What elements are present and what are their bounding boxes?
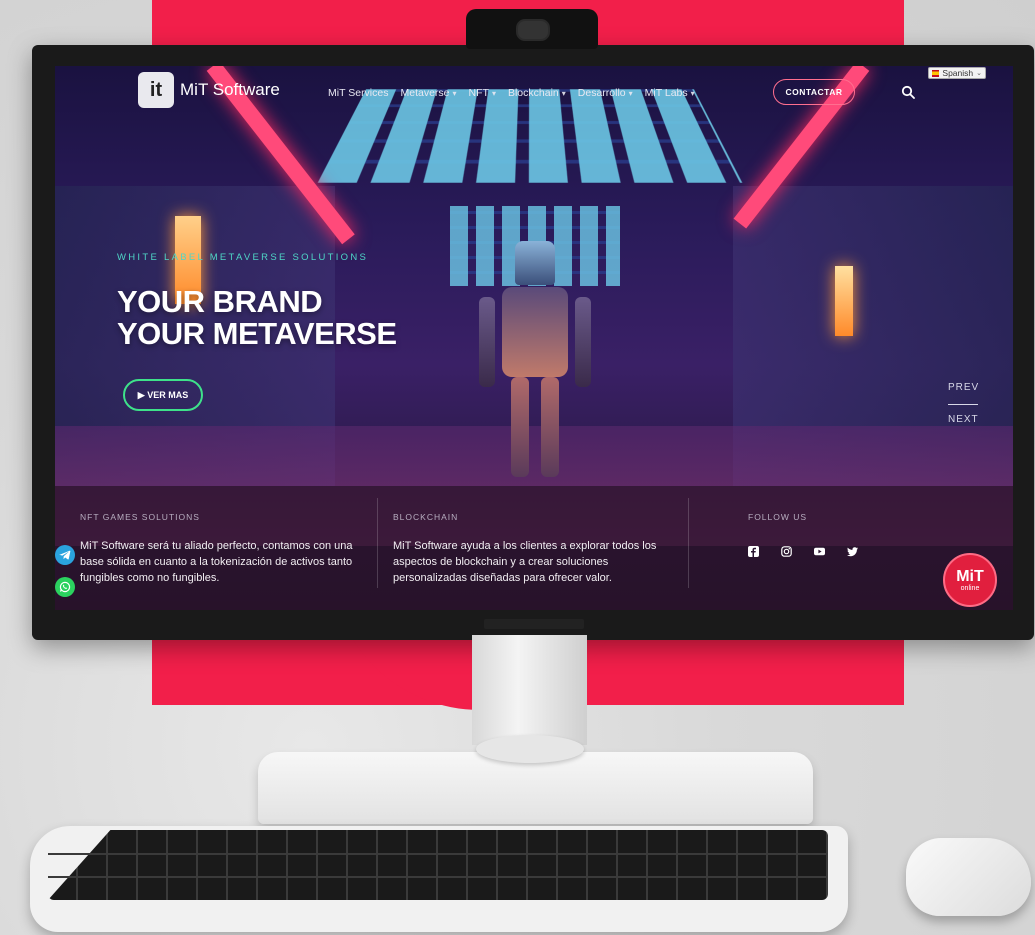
nav-item-blockchain[interactable]: Blockchain ▾ <box>508 87 566 99</box>
chevron-down-icon: ▾ <box>452 88 457 98</box>
chevron-down-icon: ▾ <box>628 88 633 98</box>
computer-mouse <box>906 838 1031 916</box>
nav-item-label: MiT Labs <box>644 87 688 99</box>
blockchain-text: MiT Software ayuda a los clientes a expl… <box>393 540 657 584</box>
nav-item-metaverse[interactable]: Metaverse ▾ <box>400 87 456 99</box>
telegram-icon[interactable] <box>55 545 75 565</box>
chat-badge-status: online <box>960 584 980 592</box>
follow-us-title: FOLLOW US <box>748 512 808 522</box>
facebook-icon[interactable] <box>748 546 759 557</box>
website-screen: it MiT Software MiT Services Metaverse ▾ … <box>55 66 1013 610</box>
slider-separator <box>948 404 978 405</box>
hero-title-line-1: YOUR BRAND <box>117 284 323 319</box>
ver-mas-button[interactable]: ▶ VER MAS <box>123 379 203 411</box>
logo-text: MiT Software <box>180 80 280 99</box>
blockchain-title: BLOCKCHAIN <box>393 512 459 522</box>
hero-title-line-2: YOUR METAVERSE <box>117 316 397 351</box>
twitter-icon[interactable] <box>847 546 858 557</box>
search-icon[interactable] <box>901 85 915 99</box>
nav-item-label: Blockchain <box>507 87 559 99</box>
slider-next-button[interactable]: NEXT <box>948 414 979 425</box>
robot-head <box>515 241 555 285</box>
divider <box>377 498 378 588</box>
chat-badge-button[interactable]: MiT online <box>943 553 997 607</box>
info-panel: NFT GAMES SOLUTIONS MiT Software será tu… <box>55 486 1013 610</box>
chevron-down-icon: ▾ <box>561 88 566 98</box>
chat-badge-brand: MiT <box>956 567 984 585</box>
nav-item-label: Desarrollo <box>577 87 626 99</box>
spain-flag-icon <box>932 69 940 77</box>
robot-figure <box>479 241 591 481</box>
webcam-lens <box>516 19 550 41</box>
nav-item-label: NFT <box>468 87 489 99</box>
keyboard-row-gap <box>48 853 828 855</box>
monitor-chin <box>484 619 584 629</box>
chevron-down-icon: ▾ <box>491 88 496 98</box>
monitor-stand-neck <box>472 635 587 745</box>
social-links <box>748 546 858 557</box>
main-nav: MiT Services Metaverse ▾ NFT ▾ Blockchain ▾… <box>328 87 695 99</box>
robot-arm-right <box>575 297 591 387</box>
nav-item-mit-services[interactable]: MiT Services <box>328 87 388 99</box>
hero-title: YOUR BRAND YOUR METAVERSE <box>117 286 397 350</box>
keyboard-row-gap <box>48 876 828 878</box>
telegram-glyph-icon <box>59 550 71 560</box>
whatsapp-icon[interactable] <box>55 577 75 597</box>
nav-item-desarrollo[interactable]: Desarrollo ▾ <box>578 87 633 99</box>
site-logo[interactable]: it MiT Software <box>138 72 280 108</box>
nav-item-nft[interactable]: NFT ▾ <box>469 87 496 99</box>
nft-games-text: MiT Software será tu aliado perfecto, co… <box>80 540 353 584</box>
nav-item-label: Metaverse <box>400 87 450 99</box>
divider <box>688 498 689 588</box>
chevron-down-icon: ▾ <box>690 88 695 98</box>
instagram-icon[interactable] <box>781 546 792 557</box>
nav-item-label: MiT Services <box>328 87 389 99</box>
keyboard-keys <box>48 830 828 900</box>
webcam <box>466 9 598 49</box>
slider-prev-button[interactable]: PREV <box>948 382 979 393</box>
chevron-down-icon: ⌄ <box>976 70 982 77</box>
hero-eyebrow: WHITE LABEL METAVERSE SOLUTIONS <box>117 252 369 263</box>
robot-arm-left <box>479 297 495 387</box>
whatsapp-glyph-icon <box>59 581 71 593</box>
language-select[interactable]: Spanish ⌄ <box>928 67 986 79</box>
glowing-window-right <box>835 266 853 336</box>
ceiling-lights <box>317 89 743 183</box>
contact-button[interactable]: CONTACTAR <box>773 79 855 105</box>
nft-games-title: NFT GAMES SOLUTIONS <box>80 512 200 522</box>
robot-leg-right <box>541 377 559 477</box>
robot-body <box>502 287 568 377</box>
robot-leg-left <box>511 377 529 477</box>
monitor-stand-ring <box>476 735 584 763</box>
language-label: Spanish <box>942 68 974 78</box>
youtube-icon[interactable] <box>814 546 825 557</box>
nav-item-mit-labs[interactable]: MiT Labs ▾ <box>645 87 695 99</box>
logo-mark: it <box>138 72 174 108</box>
